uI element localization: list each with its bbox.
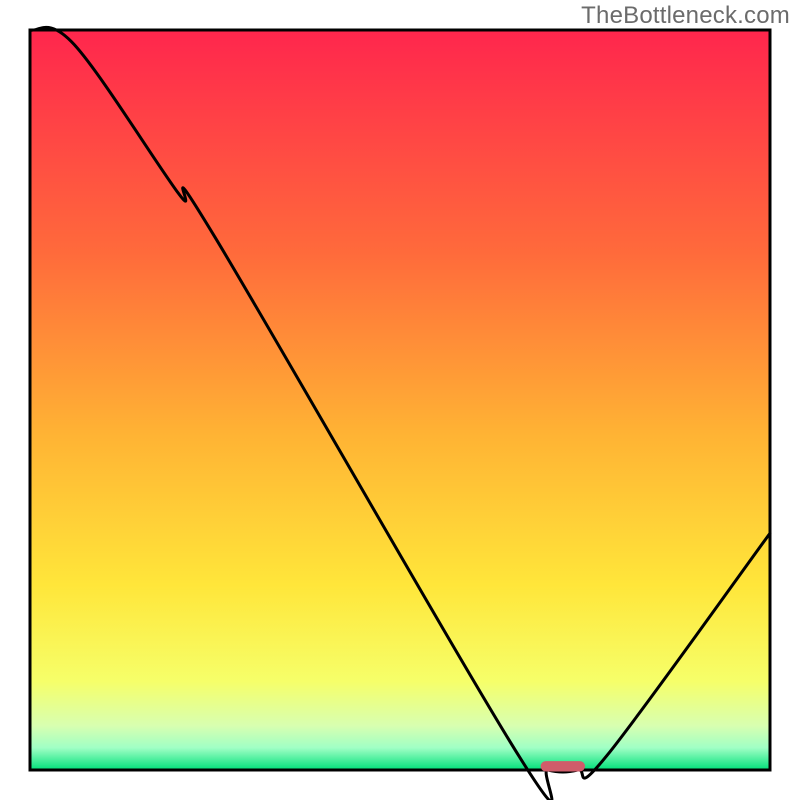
optimum-marker — [541, 761, 585, 771]
chart-frame: TheBottleneck.com — [0, 0, 800, 800]
watermark-text: TheBottleneck.com — [581, 2, 790, 30]
chart-svg — [0, 0, 800, 800]
